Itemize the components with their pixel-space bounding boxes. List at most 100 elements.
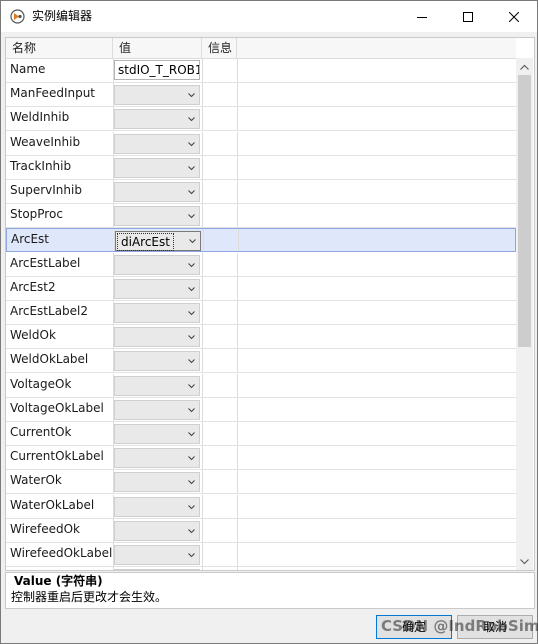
row-name: ManFeedInput — [10, 86, 96, 101]
minimize-button[interactable] — [399, 1, 445, 32]
description-text: 控制器重启后更改才会生效。 — [11, 590, 168, 604]
grid-row[interactable]: WirefeedOkLabel — [6, 543, 516, 567]
value-dropdown[interactable] — [114, 351, 200, 372]
vertical-scrollbar[interactable] — [516, 58, 533, 570]
value-dropdown[interactable] — [114, 327, 200, 348]
chevron-down-icon — [188, 141, 195, 146]
value-dropdown[interactable] — [114, 472, 200, 493]
grid-row[interactable]: CurrentOk — [6, 422, 516, 446]
column-divider — [202, 470, 203, 494]
value-dropdown[interactable] — [114, 303, 200, 323]
ok-button[interactable]: 确定 — [376, 615, 452, 639]
column-divider — [237, 276, 238, 300]
column-divider — [202, 107, 203, 131]
description-title: Value (字符串) — [14, 574, 103, 588]
row-name: WirefeedOk — [10, 521, 80, 536]
value-dropdown[interactable] — [114, 399, 200, 420]
row-name: ArcEst — [11, 232, 50, 247]
grid-row[interactable]: ArcEst diArcEst — [6, 228, 516, 253]
grid-row[interactable] — [6, 567, 516, 570]
scroll-down-button[interactable] — [516, 553, 533, 570]
value-dropdown[interactable] — [114, 569, 200, 570]
row-name: VoltageOk — [10, 376, 72, 391]
close-icon — [509, 11, 519, 22]
value-dropdown[interactable] — [114, 375, 200, 396]
column-divider — [237, 397, 238, 421]
column-divider — [237, 325, 238, 349]
value-dropdown[interactable] — [114, 496, 200, 517]
grid-row[interactable]: WaterOkLabel — [6, 494, 516, 519]
grid-row[interactable]: WaterOk — [6, 470, 516, 495]
row-name: WeldOkLabel — [10, 352, 89, 367]
value-dropdown[interactable] — [114, 206, 200, 227]
chevron-down-icon — [188, 432, 195, 437]
value-dropdown[interactable] — [114, 520, 200, 541]
grid-row[interactable]: ManFeedInput — [6, 83, 516, 108]
chevron-down-icon — [188, 190, 195, 195]
scroll-thumb[interactable] — [518, 75, 531, 347]
grid-row[interactable]: WeldOk — [6, 325, 516, 350]
chevron-down-icon — [188, 335, 195, 340]
column-divider — [237, 204, 238, 228]
value-dropdown[interactable]: diArcEst — [115, 231, 201, 252]
row-name: WeldInhib — [10, 110, 70, 125]
row-name: WirefeedOkLabel — [10, 546, 113, 560]
value-dropdown[interactable] — [114, 157, 200, 178]
grid-row[interactable]: Name stdIO_T_ROB1 — [6, 59, 516, 83]
grid-row[interactable]: SupervInhib — [6, 180, 516, 204]
value-dropdown[interactable] — [114, 85, 200, 106]
column-divider — [202, 518, 203, 542]
column-divider — [237, 349, 238, 373]
value-dropdown[interactable] — [114, 424, 200, 444]
chevron-down-icon — [188, 480, 195, 485]
column-divider — [202, 446, 203, 470]
column-divider — [237, 543, 238, 566]
value-dropdown[interactable] — [114, 109, 200, 130]
column-divider — [237, 301, 238, 324]
value-dropdown[interactable] — [114, 448, 200, 469]
row-name: Name — [10, 62, 46, 76]
column-divider — [202, 204, 203, 228]
grid-row[interactable]: WirefeedOk — [6, 518, 516, 543]
grid-row[interactable]: WeldOkLabel — [6, 349, 516, 374]
column-divider — [237, 422, 238, 445]
value-dropdown[interactable] — [114, 182, 200, 202]
grid-row[interactable]: ArcEstLabel2 — [6, 301, 516, 325]
column-header-name[interactable]: 名称 — [6, 38, 113, 58]
grid-row[interactable]: VoltageOk — [6, 373, 516, 398]
column-divider — [237, 131, 238, 155]
grid-row[interactable]: WeldInhib — [6, 107, 516, 132]
column-divider — [237, 494, 238, 518]
column-divider — [237, 107, 238, 131]
column-divider — [202, 567, 203, 570]
value-dropdown[interactable] — [114, 133, 200, 154]
scroll-up-button[interactable] — [516, 58, 533, 75]
value-textbox[interactable]: stdIO_T_ROB1 — [114, 60, 200, 80]
column-divider — [202, 59, 203, 82]
value-dropdown[interactable] — [114, 254, 200, 275]
cancel-button[interactable]: 取消 — [457, 615, 533, 639]
grid-row[interactable]: StopProc — [6, 204, 516, 229]
value-dropdown[interactable] — [114, 545, 200, 565]
instance-editor-window: 实例编辑器 名称 值 信息 Name stdIO_T_ROB1 ManFeedInp… — [0, 0, 538, 644]
grid-row[interactable]: VoltageOkLabel — [6, 397, 516, 422]
chevron-down-icon — [520, 558, 529, 564]
grid-row[interactable]: ArcEstLabel — [6, 252, 516, 277]
grid-row[interactable]: TrackInhib — [6, 155, 516, 180]
row-name: ArcEstLabel — [10, 255, 81, 270]
close-button[interactable] — [491, 1, 537, 32]
column-divider — [202, 325, 203, 349]
column-divider — [237, 567, 238, 570]
column-header-value[interactable]: 值 — [113, 38, 202, 58]
grid-row[interactable]: WeaveInhib — [6, 131, 516, 156]
maximize-button[interactable] — [445, 1, 491, 32]
column-divider — [202, 83, 203, 107]
column-header-info[interactable]: 信息 — [202, 38, 237, 58]
chevron-down-icon — [188, 165, 195, 171]
column-divider — [203, 229, 204, 252]
chevron-down-icon — [188, 214, 195, 219]
grid-row[interactable]: ArcEst2 — [6, 276, 516, 301]
minimize-icon — [417, 16, 427, 18]
grid-row[interactable]: CurrentOkLabel — [6, 446, 516, 471]
value-dropdown[interactable] — [114, 278, 200, 299]
